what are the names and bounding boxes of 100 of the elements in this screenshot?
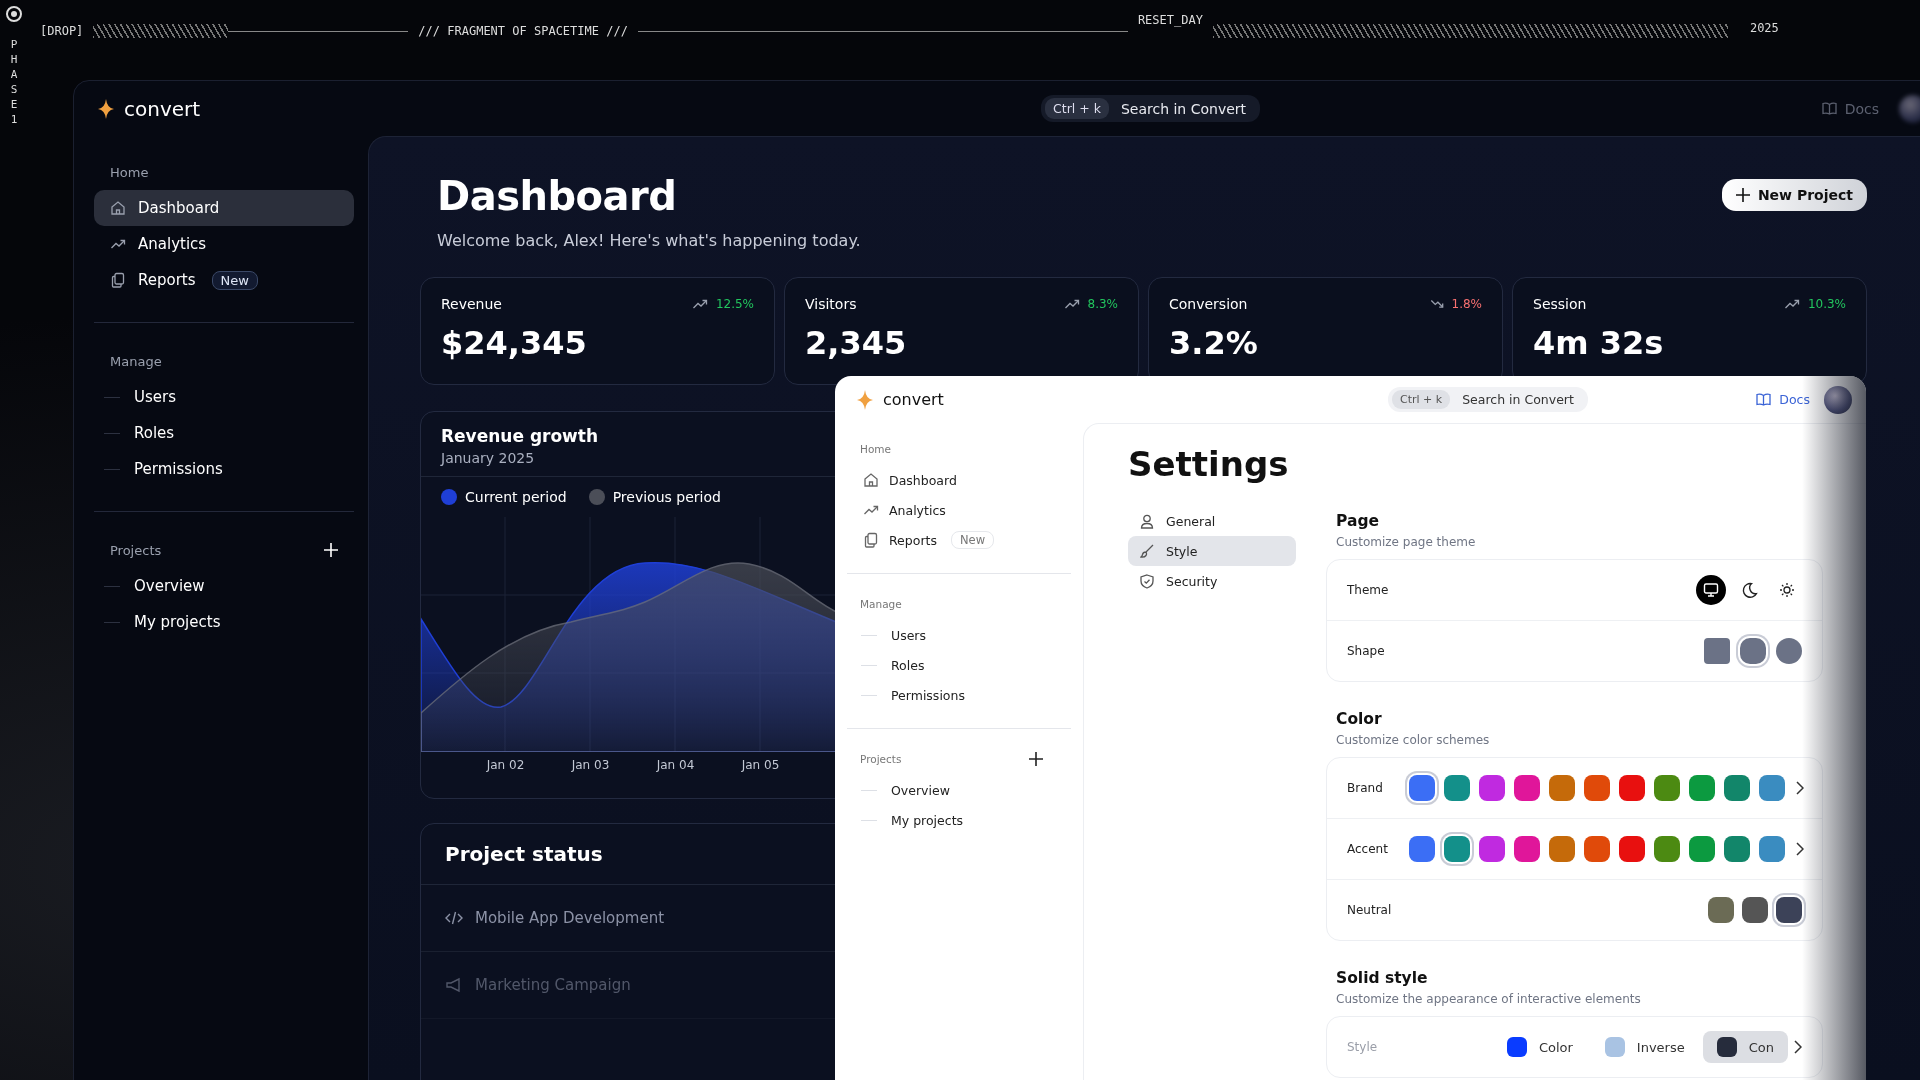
color-swatch[interactable] [1742,897,1768,923]
search-field[interactable]: Ctrl + k Search in Convert [1388,387,1588,412]
trend-down-icon [1429,297,1444,311]
stat-label: Visitors [805,296,857,312]
sidebar-item[interactable]: Dashboard [94,190,354,226]
section-title: Page [1336,512,1380,530]
sidebar-item[interactable]: Analytics [94,226,354,262]
brand-name: convert [883,390,944,409]
sparkle-logo-icon [98,98,114,119]
target-icon [6,6,22,22]
settings-tab[interactable]: General [1128,506,1296,536]
color-swatch[interactable] [1479,836,1505,862]
style-option[interactable]: Con [1702,1031,1788,1063]
reset-label: RESET_DAY [1136,13,1204,27]
sidebar-item[interactable]: Permissions [847,680,1071,710]
section-label: Home [110,164,149,180]
color-swatch[interactable] [1584,775,1610,801]
color-swatch[interactable] [1584,836,1610,862]
sidebar-item[interactable]: Reports New [847,525,1071,555]
book-icon [1756,393,1772,406]
section-title: Solid style [1336,969,1429,987]
sidebar-item[interactable]: Overview [847,775,1071,805]
color-swatch[interactable] [1549,836,1575,862]
color-swatch[interactable] [1689,775,1715,801]
color-swatch[interactable] [1479,775,1505,801]
brand-name: convert [124,96,201,121]
settings-tab[interactable]: Security [1128,566,1296,596]
color-swatch[interactable] [1514,836,1540,862]
section-title: Color [1336,710,1383,728]
color-swatch[interactable] [1619,836,1645,862]
vertical-letter: A [10,68,18,81]
legend-label: Current period [465,489,567,505]
section-label: Manage [860,598,902,610]
stat-label: Revenue [441,296,502,312]
sidebar-item[interactable]: Overview [94,568,354,604]
shortcut-key: Ctrl + k [1045,98,1109,119]
vertical-letter: S [10,83,18,96]
new-project-button[interactable]: New Project [1721,179,1867,211]
stat-label: Conversion [1169,296,1248,312]
color-swatch[interactable] [1759,836,1785,862]
sidebar-item[interactable]: Dashboard [847,465,1071,495]
sidebar-item[interactable]: Roles [94,415,354,451]
sidebar-item[interactable]: Users [847,620,1071,650]
avatar[interactable] [1824,385,1852,414]
section-description: Customize page theme [1336,535,1477,549]
change-indicator: 10.3% [1783,296,1846,312]
color-swatch[interactable] [1409,836,1435,862]
color-swatch[interactable] [1689,836,1715,862]
home-icon [863,472,879,488]
monitor-icon[interactable] [1696,575,1726,605]
new-badge: New [950,531,995,549]
search-field[interactable]: Ctrl + k Search in Convert [1041,95,1261,122]
section-description: Customize color schemes [1336,733,1491,747]
chevron-right-icon[interactable] [1794,1040,1802,1054]
axis-label: Jan 02 [485,758,526,772]
chart-title: Revenue growth [441,426,600,446]
sidebar-item[interactable]: My projects [94,604,354,640]
color-swatch[interactable] [1514,775,1540,801]
vertical-letter: H [10,53,18,66]
plus-icon [324,543,338,557]
setting-label: Neutral [1347,903,1393,917]
shortcut-key: Ctrl + k [1392,390,1451,409]
color-swatch[interactable] [1708,897,1734,923]
search-placeholder: Search in Convert [1462,392,1574,407]
sidebar-item[interactable]: Roles [847,650,1071,680]
sidebar-item[interactable]: Permissions [94,451,354,487]
color-swatch[interactable] [1654,836,1680,862]
legend-label: Previous period [612,489,721,505]
change-indicator: 8.3% [1063,296,1118,312]
axis-label: Jan 04 [655,758,696,772]
docs-link[interactable]: Docs [1756,392,1810,407]
color-swatch[interactable] [1724,836,1750,862]
sidebar-item[interactable]: Users [94,379,354,415]
shape-option[interactable] [1776,638,1802,664]
search-placeholder: Search in Convert [1120,100,1247,117]
drop-tag: [DROP] [40,24,84,38]
axis-label: Jan 05 [740,758,781,772]
sidebar-item[interactable]: Analytics [847,495,1071,525]
color-swatch[interactable] [1619,775,1645,801]
documents-icon [110,272,126,288]
color-swatch[interactable] [1654,775,1680,801]
section-label: Manage [110,353,162,369]
color-swatch[interactable] [1759,775,1785,801]
color-swatch[interactable] [1549,775,1575,801]
section-label: Projects [110,542,162,558]
brush-icon [1140,544,1154,558]
new-badge: New [211,270,258,290]
sparkle-logo-icon [857,389,873,410]
change-indicator: 1.8% [1429,297,1482,311]
documents-icon [863,532,879,548]
color-swatch[interactable] [1444,775,1470,801]
plus-icon [1029,752,1043,766]
axis-label: Jan 03 [570,758,611,772]
chevron-right-icon[interactable] [1796,781,1804,795]
color-swatch[interactable] [1724,775,1750,801]
sidebar-item[interactable]: Reports New [94,262,354,298]
style-option[interactable]: Color [1492,1031,1587,1063]
settings-tab[interactable]: Style [1128,536,1296,566]
style-option[interactable]: Inverse [1590,1031,1699,1063]
chevron-right-icon[interactable] [1796,842,1804,856]
